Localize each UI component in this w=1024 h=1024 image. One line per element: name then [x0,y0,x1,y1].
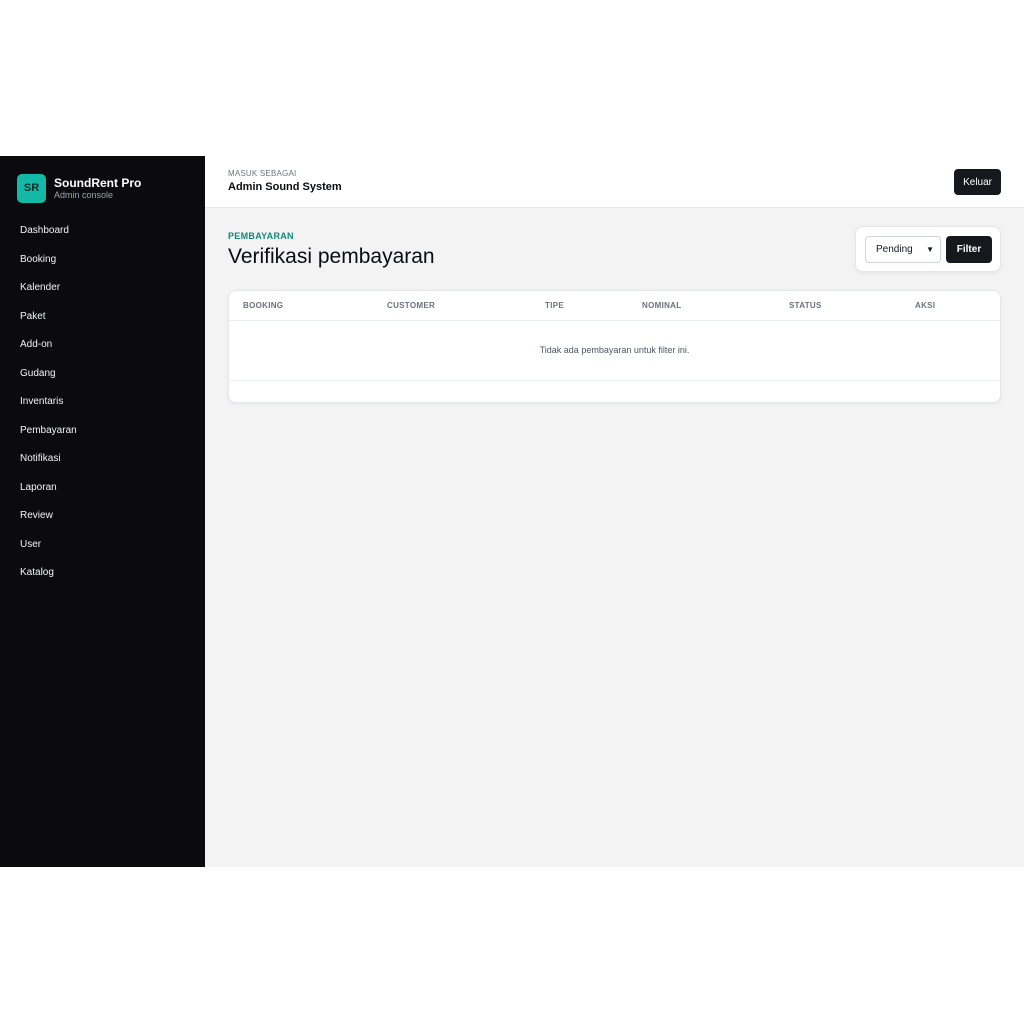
sidebar-item-inventaris[interactable]: Inventaris [0,388,205,417]
column-header-customer: CUSTOMER [387,301,436,310]
table-empty-message: Tidak ada pembayaran untuk filter ini. [229,321,1000,381]
topbar: MASUK SEBAGAI Admin Sound System Keluar [205,156,1024,208]
brand-subtitle: Admin console [54,189,114,200]
sidebar-item-add-on[interactable]: Add-on [0,331,205,360]
brand: SR SoundRent Pro Admin console [0,156,205,208]
sidebar-item-notifikasi[interactable]: Notifikasi [0,445,205,474]
sidebar-item-review[interactable]: Review [0,502,205,531]
role-caption: MASUK SEBAGAI [228,169,297,178]
sidebar-item-kalender[interactable]: Kalender [0,274,205,303]
sidebar-item-pembayaran[interactable]: Pembayaran [0,417,205,446]
sidebar-item-katalog[interactable]: Katalog [0,559,205,588]
payments-table: BOOKING CUSTOMER TIPE NOMINAL STATUS AKS… [228,290,1001,403]
brand-logo: SR [17,173,46,203]
brand-name: SoundRent Pro [54,175,142,190]
column-header-aksi: AKSI [915,301,936,310]
column-header-nominal: NOMINAL [642,301,682,310]
sidebar: SR SoundRent Pro Admin console Dashboard… [0,156,205,867]
column-header-booking: BOOKING [243,301,284,310]
column-header-tipe: TIPE [545,301,564,310]
app-shell: SR SoundRent Pro Admin console Dashboard… [0,156,1024,867]
logout-button[interactable]: Keluar [954,169,1001,195]
filter-button[interactable]: Filter [946,236,992,263]
page-eyebrow: PEMBAYARAN [228,231,294,241]
sidebar-item-gudang[interactable]: Gudang [0,360,205,389]
sidebar-item-laporan[interactable]: Laporan [0,474,205,503]
main-area: MASUK SEBAGAI Admin Sound System Keluar … [205,156,1024,867]
role-name: Admin Sound System [228,181,342,193]
page-title: Verifikasi pembayaran [228,245,435,268]
sidebar-nav: Dashboard Booking Kalender Paket Add-on … [0,217,205,588]
chevron-down-icon: ▼ [926,245,934,254]
filter-card: Pending ▼ Filter [855,226,1001,272]
column-header-status: STATUS [789,301,822,310]
table-header: BOOKING CUSTOMER TIPE NOMINAL STATUS AKS… [229,291,1000,321]
sidebar-item-booking[interactable]: Booking [0,246,205,275]
status-select-value: Pending [876,244,913,255]
status-select[interactable]: Pending ▼ [865,236,941,263]
sidebar-item-paket[interactable]: Paket [0,303,205,332]
brand-text: SoundRent Pro Admin console [54,176,141,201]
sidebar-item-user[interactable]: User [0,531,205,560]
sidebar-item-dashboard[interactable]: Dashboard [0,217,205,246]
